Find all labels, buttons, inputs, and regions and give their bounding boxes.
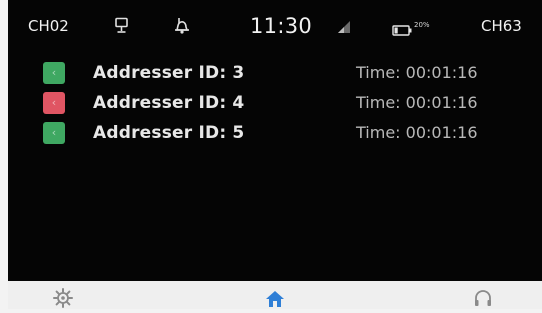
badge-mark-icon: ‹ (51, 96, 57, 109)
signal-icon (337, 19, 351, 38)
screen: CH02 11:30 20% CH63 ‹ Addresser ID: 3 Ti… (8, 0, 542, 281)
address-label: Addresser ID: 5 (93, 123, 245, 143)
badge-mark-icon: ‹ (51, 66, 57, 79)
time-label: Time: 00:01:16 (356, 123, 478, 142)
badge-mark-icon: ‹ (51, 126, 57, 139)
time-label: Time: 00:01:16 (356, 93, 478, 112)
alarm-row-1[interactable]: ‹ Addresser ID: 3 Time: 00:01:16 (43, 60, 523, 86)
status-bar: CH02 11:30 20% CH63 (8, 0, 542, 44)
alarm-row-3[interactable]: ‹ Addresser ID: 5 Time: 00:01:16 (43, 120, 523, 146)
status-badge: ‹ (43, 122, 65, 144)
home-icon[interactable] (264, 287, 288, 309)
alarm-row-2[interactable]: ‹ Addresser ID: 4 Time: 00:01:16 (43, 90, 523, 116)
left-channel-label: CH02 (28, 17, 69, 35)
device: CH02 11:30 20% CH63 ‹ Addresser ID: 3 Ti… (8, 0, 542, 309)
right-channel-label: CH63 (481, 17, 522, 35)
battery-percent: 20% (414, 21, 430, 29)
bell-off-icon (172, 16, 192, 40)
clock-time: 11:30 (250, 14, 313, 38)
address-label: Addresser ID: 3 (93, 63, 245, 83)
battery-icon (392, 21, 412, 40)
address-label: Addresser ID: 4 (93, 93, 245, 113)
settings-icon[interactable] (52, 287, 76, 309)
status-badge: ‹ (43, 92, 65, 114)
monitor-icon (114, 17, 130, 39)
bottom-nav-bar (8, 281, 542, 309)
headset-icon[interactable] (472, 287, 496, 309)
status-badge: ‹ (43, 62, 65, 84)
time-label: Time: 00:01:16 (356, 63, 478, 82)
